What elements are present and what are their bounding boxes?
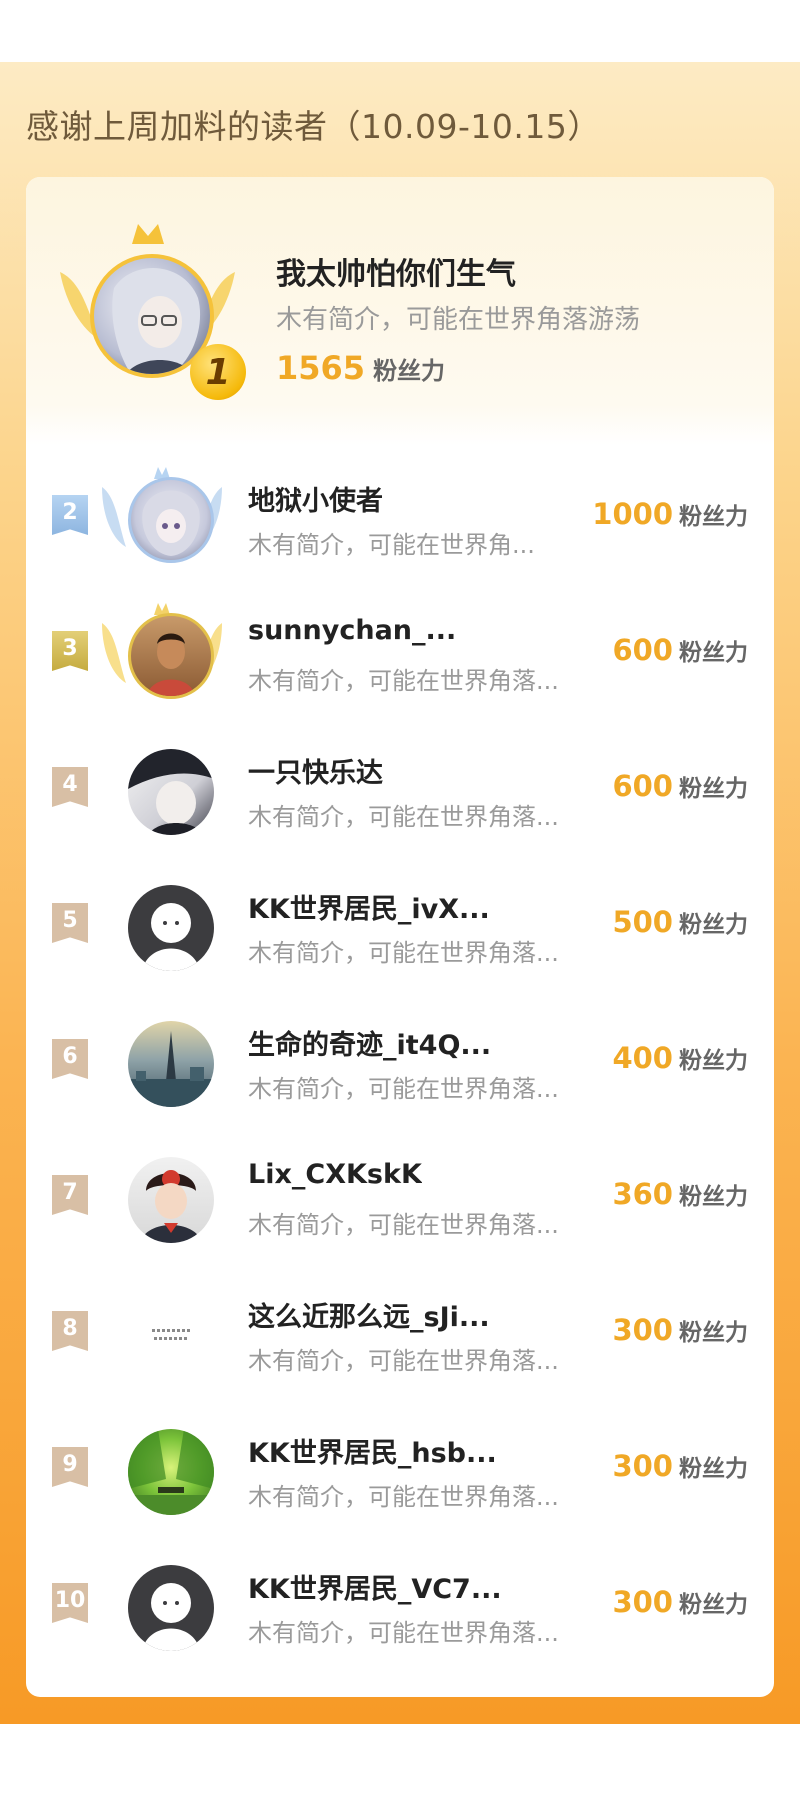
fan-power: 300 粉丝力 (612, 1313, 748, 1347)
reader-bio: 木有简介，可能在世界角落... (248, 1075, 559, 1103)
list-item[interactable]: 6 生命的奇迹_it4Q... 木有简介，可能在世界角落... 400 粉丝力 (26, 991, 774, 1127)
avatar[interactable] (128, 1021, 214, 1107)
list-item[interactable]: 10 KK世界居民_VC7... 木有简介，可能在世界角落... 300 粉丝力 (26, 1535, 774, 1671)
fan-power-value: 300 (612, 1449, 673, 1483)
fan-power-unit: 粉丝力 (679, 1184, 748, 1210)
rank-badge: 9 (52, 1447, 88, 1487)
reader-bio: 木有简介，可能在世界角落... (248, 1211, 559, 1239)
fan-power: 300 粉丝力 (612, 1585, 748, 1619)
avatar[interactable] (128, 613, 214, 699)
reader-name[interactable]: 生命的奇迹_it4Q... (248, 1023, 491, 1062)
fan-power: 1000 粉丝力 (592, 497, 748, 531)
fan-power: 600 粉丝力 (612, 769, 748, 803)
fan-power-value: 360 (612, 1177, 673, 1211)
reader-bio: 木有简介，可能在世界角落... (248, 1483, 559, 1511)
list-item[interactable]: 4 一只快乐达 木有简介，可能在世界角落... 600 粉丝力 (26, 719, 774, 855)
reader-bio: 木有简介，可能在世界角落... (248, 1619, 559, 1647)
fan-power-unit: 粉丝力 (679, 504, 748, 530)
fan-power-value: 300 (612, 1313, 673, 1347)
reader-bio: 木有简介，可能在世界角落... (248, 1347, 559, 1375)
top-reader[interactable]: 1 我太帅怕你们生气 木有简介，可能在世界角落游荡 1565 粉丝力 (26, 177, 774, 445)
rank-badge: 7 (52, 1175, 88, 1215)
fan-power-unit: 粉丝力 (679, 1320, 748, 1346)
reader-name[interactable]: KK世界居民_hsb... (248, 1431, 497, 1470)
list-item[interactable]: 9 KK世界居民_hsb... 木有简介，可能在世界角落... 300 粉丝力 (26, 1399, 774, 1535)
avatar[interactable] (128, 477, 214, 563)
avatar[interactable] (128, 749, 214, 835)
list-item[interactable]: 8 这么近那么远_sJi... 木有简介，可能在世界角落... 300 粉丝力 (26, 1263, 774, 1399)
fan-power-value: 400 (612, 1041, 673, 1075)
fan-power-value: 500 (612, 905, 673, 939)
leaderboard-card: 1 我太帅怕你们生气 木有简介，可能在世界角落游荡 1565 粉丝力 2 地狱小使… (26, 177, 774, 1697)
reader-name[interactable]: sunnychan_... (248, 615, 456, 646)
default-avatar-icon[interactable] (128, 885, 214, 971)
gold-medal: 1 (190, 344, 246, 400)
fan-power-value: 1565 (276, 349, 366, 387)
fan-power-unit: 粉丝力 (679, 640, 748, 666)
avatar[interactable] (128, 1429, 214, 1515)
fan-power-unit: 粉丝力 (679, 912, 748, 938)
page-title: 感谢上周加料的读者（10.09-10.15） (26, 107, 601, 146)
reader-bio: 木有简介，可能在世界角落... (248, 667, 559, 695)
avatar[interactable] (128, 1293, 214, 1379)
reader-name[interactable]: KK世界居民_VC7... (248, 1567, 502, 1606)
fan-power: 400 粉丝力 (612, 1041, 748, 1075)
reader-bio: 木有简介，可能在世界角... (248, 531, 535, 559)
rank-badge: 5 (52, 903, 88, 943)
list-item[interactable]: 2 地狱小使者 木有简介，可能在世界角... 1000 粉丝力 (26, 447, 774, 583)
rank-badge: 3 (52, 631, 88, 671)
rank-badge: 2 (52, 495, 88, 535)
fan-power-unit: 粉丝力 (679, 776, 748, 802)
list-item[interactable]: 3 sunnychan_... 木有简介，可能在世界角落... 600 粉丝力 (26, 583, 774, 719)
rank-badge: 10 (52, 1583, 88, 1623)
reader-name[interactable]: Lix_CXKskK (248, 1159, 422, 1190)
default-avatar-icon[interactable] (128, 1565, 214, 1651)
avatar[interactable] (128, 1157, 214, 1243)
rank-badge: 8 (52, 1311, 88, 1351)
list-item[interactable]: 5 KK世界居民_ivX... 木有简介，可能在世界角落... 500 粉丝力 (26, 855, 774, 991)
reader-name[interactable]: KK世界居民_ivX... (248, 887, 490, 926)
fan-power-value: 300 (612, 1585, 673, 1619)
fan-power-unit: 粉丝力 (679, 1456, 748, 1482)
reader-bio: 木有简介，可能在世界角落游荡 (276, 305, 641, 335)
list-item[interactable]: 7 Lix_CXKskK 木有简介，可能在世界角落... 360 粉丝力 (26, 1127, 774, 1263)
fan-power: 500 粉丝力 (612, 905, 748, 939)
fan-power-value: 600 (612, 633, 673, 667)
fan-power-unit: 粉丝力 (679, 1592, 748, 1618)
reader-name[interactable]: 一只快乐达 (248, 751, 383, 790)
fan-power: 300 粉丝力 (612, 1449, 748, 1483)
rank-badge: 4 (52, 767, 88, 807)
rank-badge: 6 (52, 1039, 88, 1079)
reader-name[interactable]: 我太帅怕你们生气 (276, 249, 516, 293)
fan-power-unit: 粉丝力 (373, 357, 446, 385)
fan-power: 360 粉丝力 (612, 1177, 748, 1211)
reader-bio: 木有简介，可能在世界角落... (248, 939, 559, 967)
reader-bio: 木有简介，可能在世界角落... (248, 803, 559, 831)
fan-power-value: 600 (612, 769, 673, 803)
fan-power-value: 1000 (592, 497, 673, 531)
reader-name[interactable]: 地狱小使者 (248, 479, 383, 518)
reader-name[interactable]: 这么近那么远_sJi... (248, 1295, 490, 1334)
fan-power: 1565 粉丝力 (276, 349, 445, 387)
gold-crown-badge: 1 (60, 222, 246, 400)
fan-power: 600 粉丝力 (612, 633, 748, 667)
fan-power-unit: 粉丝力 (679, 1048, 748, 1074)
